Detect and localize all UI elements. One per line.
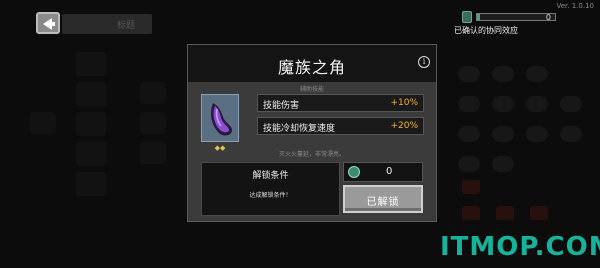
stat-name: 技能冷却恢复速度 — [263, 124, 336, 134]
confirmed-synergy-label: 已确认的协同效应 — [454, 26, 518, 35]
item-description: 灭火火蔓延，非常漂亮。 — [278, 151, 345, 158]
purple-horn-icon — [211, 103, 233, 136]
version-label: Ver. 1.0.10 — [556, 2, 594, 10]
synergy-count: 0 — [545, 13, 551, 22]
stat-value: +10% — [390, 98, 418, 108]
unlocked-button-label: 已解锁 — [366, 197, 400, 208]
stat-value: +20% — [390, 121, 418, 131]
dialog-title: 魔族之角 — [277, 58, 346, 77]
cost-display: 0 — [343, 162, 423, 182]
synergy-progress-bar: 0 — [476, 13, 556, 22]
unlocked-button[interactable]: 已解锁 — [343, 185, 423, 213]
item-detail-dialog: 魔族之角 i 辅助技能 ◆◆ 技能伤害 +10% 技能冷却恢复速度 +20% 灭… — [187, 44, 437, 222]
synergy-icon — [462, 11, 472, 23]
back-button[interactable] — [36, 12, 60, 34]
info-icon[interactable]: i — [418, 56, 430, 68]
synergy-progress-fill — [477, 14, 481, 20]
cost-value: 0 — [386, 166, 393, 177]
background-tab: 标题 — [62, 14, 152, 34]
stat-name: 技能伤害 — [263, 101, 300, 111]
unlock-condition-title: 解锁条件 — [252, 171, 289, 181]
dialog-header: 魔族之角 i — [188, 45, 436, 83]
back-arrow-icon — [43, 18, 55, 30]
item-icon-frame — [201, 94, 239, 142]
stat-row: 技能冷却恢复速度 +20% — [257, 117, 424, 135]
gem-icon — [348, 166, 360, 178]
synergy-progress: 0 — [462, 11, 558, 23]
unlock-condition-panel: 解锁条件 达成解锁条件！ — [201, 162, 340, 216]
section-label: 辅助技能 — [299, 86, 324, 93]
background-tab-label: 标题 — [117, 21, 136, 31]
stat-row: 技能伤害 +10% — [257, 94, 424, 112]
watermark: ITMOP.COM — [440, 232, 600, 262]
unlock-condition-text: 达成解锁条件！ — [249, 192, 292, 199]
